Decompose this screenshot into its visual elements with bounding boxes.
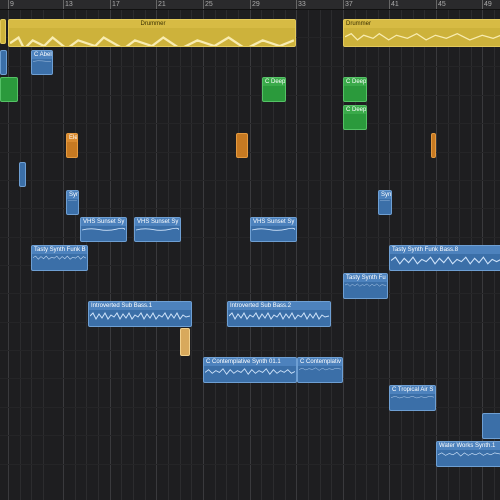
- region-label: C Abel: [32, 51, 52, 59]
- waveform: [90, 311, 190, 321]
- region-label: Tasty Synth Funk B: [32, 246, 87, 254]
- midi-region[interactable]: [0, 77, 18, 102]
- tracks-area[interactable]: Drummer Drummer C Abel C Deep C Deep C D…: [0, 10, 500, 500]
- waveform: [252, 227, 295, 231]
- waveform: [33, 60, 51, 62]
- bar-ruler[interactable]: 9 13 17 21 25 29 33 37 41 45 49: [0, 0, 500, 10]
- region-label: C Contemplativ: [298, 358, 342, 366]
- audio-region[interactable]: [431, 133, 436, 158]
- region-label: Drummer: [9, 20, 295, 28]
- region-label: Syn: [379, 191, 391, 199]
- bar-number: 13: [65, 1, 73, 8]
- region-label: Syn: [67, 191, 78, 199]
- region-label: Tasty Synth Funk Bass.8: [390, 246, 500, 254]
- audio-region[interactable]: [19, 162, 26, 187]
- bar-number: 29: [252, 1, 260, 8]
- waveform: [205, 368, 295, 375]
- waveform: [438, 451, 500, 457]
- waveform: [68, 200, 77, 201]
- region-label: VHS Sunset Sy: [81, 218, 126, 226]
- bar-number: 17: [112, 1, 120, 8]
- region-label: Introverted Sub Bass.1: [89, 302, 191, 310]
- bar-number: 49: [484, 1, 492, 8]
- audio-region[interactable]: C Contemplativ: [297, 357, 343, 383]
- audio-region[interactable]: C Tropical Air S: [389, 385, 436, 411]
- bar-number: 9: [10, 1, 14, 8]
- audio-region[interactable]: VHS Sunset Sy: [80, 217, 127, 242]
- midi-region[interactable]: C Deep: [262, 77, 286, 102]
- region-label: Drummer: [344, 20, 500, 28]
- region-label: VHS Sunset Sy: [251, 218, 296, 226]
- audio-region[interactable]: C Abel: [31, 50, 53, 75]
- region-label: Tasty Synth Fu: [344, 274, 387, 282]
- region-label: Ele: [67, 134, 77, 142]
- bar-number: 21: [158, 1, 166, 8]
- audio-region[interactable]: [236, 133, 248, 158]
- audio-region[interactable]: [0, 50, 7, 75]
- waveform: [33, 255, 86, 260]
- drummer-region[interactable]: Drummer: [8, 19, 296, 47]
- audio-region[interactable]: Tasty Synth Funk Bass.8: [389, 245, 500, 271]
- audio-region[interactable]: VHS Sunset Sy: [250, 217, 297, 242]
- drummer-region[interactable]: Drummer: [343, 19, 500, 47]
- region-label: Water Works Synth.1: [437, 442, 500, 450]
- bar-number: 33: [298, 1, 306, 8]
- audio-region[interactable]: VHS Sunset Sy: [134, 217, 181, 242]
- region-label: C Deep: [344, 106, 366, 114]
- waveform: [136, 227, 179, 231]
- midi-region[interactable]: C Deep: [343, 105, 367, 130]
- audio-region[interactable]: [482, 413, 500, 439]
- audio-region[interactable]: Introverted Sub Bass.1: [88, 301, 192, 327]
- audio-region[interactable]: Introverted Sub Bass.2: [227, 301, 331, 327]
- audio-region[interactable]: Syn: [66, 190, 79, 215]
- region-label: VHS Sunset Sy: [135, 218, 180, 226]
- audio-region[interactable]: C Contemplative Synth 01.1: [203, 357, 297, 383]
- midi-region[interactable]: C Deep: [343, 77, 367, 102]
- region-label: C Contemplative Synth 01.1: [204, 358, 296, 366]
- waveform: [380, 200, 390, 201]
- region-label: C Deep: [344, 78, 366, 86]
- bar-number: 37: [345, 1, 353, 8]
- region-label: C Deep: [263, 78, 285, 86]
- bar-number: 45: [438, 1, 446, 8]
- drum-pattern: [345, 32, 500, 41]
- drum-pattern: [10, 35, 294, 46]
- waveform: [345, 283, 386, 287]
- waveform: [299, 367, 341, 371]
- waveform: [229, 311, 329, 321]
- drummer-region[interactable]: [0, 19, 6, 44]
- region-label: Introverted Sub Bass.2: [228, 302, 330, 310]
- audio-region[interactable]: Water Works Synth.1: [436, 441, 500, 467]
- bar-number: 25: [205, 1, 213, 8]
- waveform: [82, 227, 125, 231]
- audio-region[interactable]: Tasty Synth Fu: [343, 273, 388, 299]
- audio-region[interactable]: Ele: [66, 133, 78, 158]
- audio-region[interactable]: Tasty Synth Funk B: [31, 245, 88, 271]
- waveform: [391, 256, 500, 265]
- waveform: [391, 396, 434, 399]
- audio-region[interactable]: Syn: [378, 190, 392, 215]
- audio-region[interactable]: [180, 328, 190, 356]
- region-label: C Tropical Air S: [390, 386, 435, 394]
- bar-number: 41: [391, 1, 399, 8]
